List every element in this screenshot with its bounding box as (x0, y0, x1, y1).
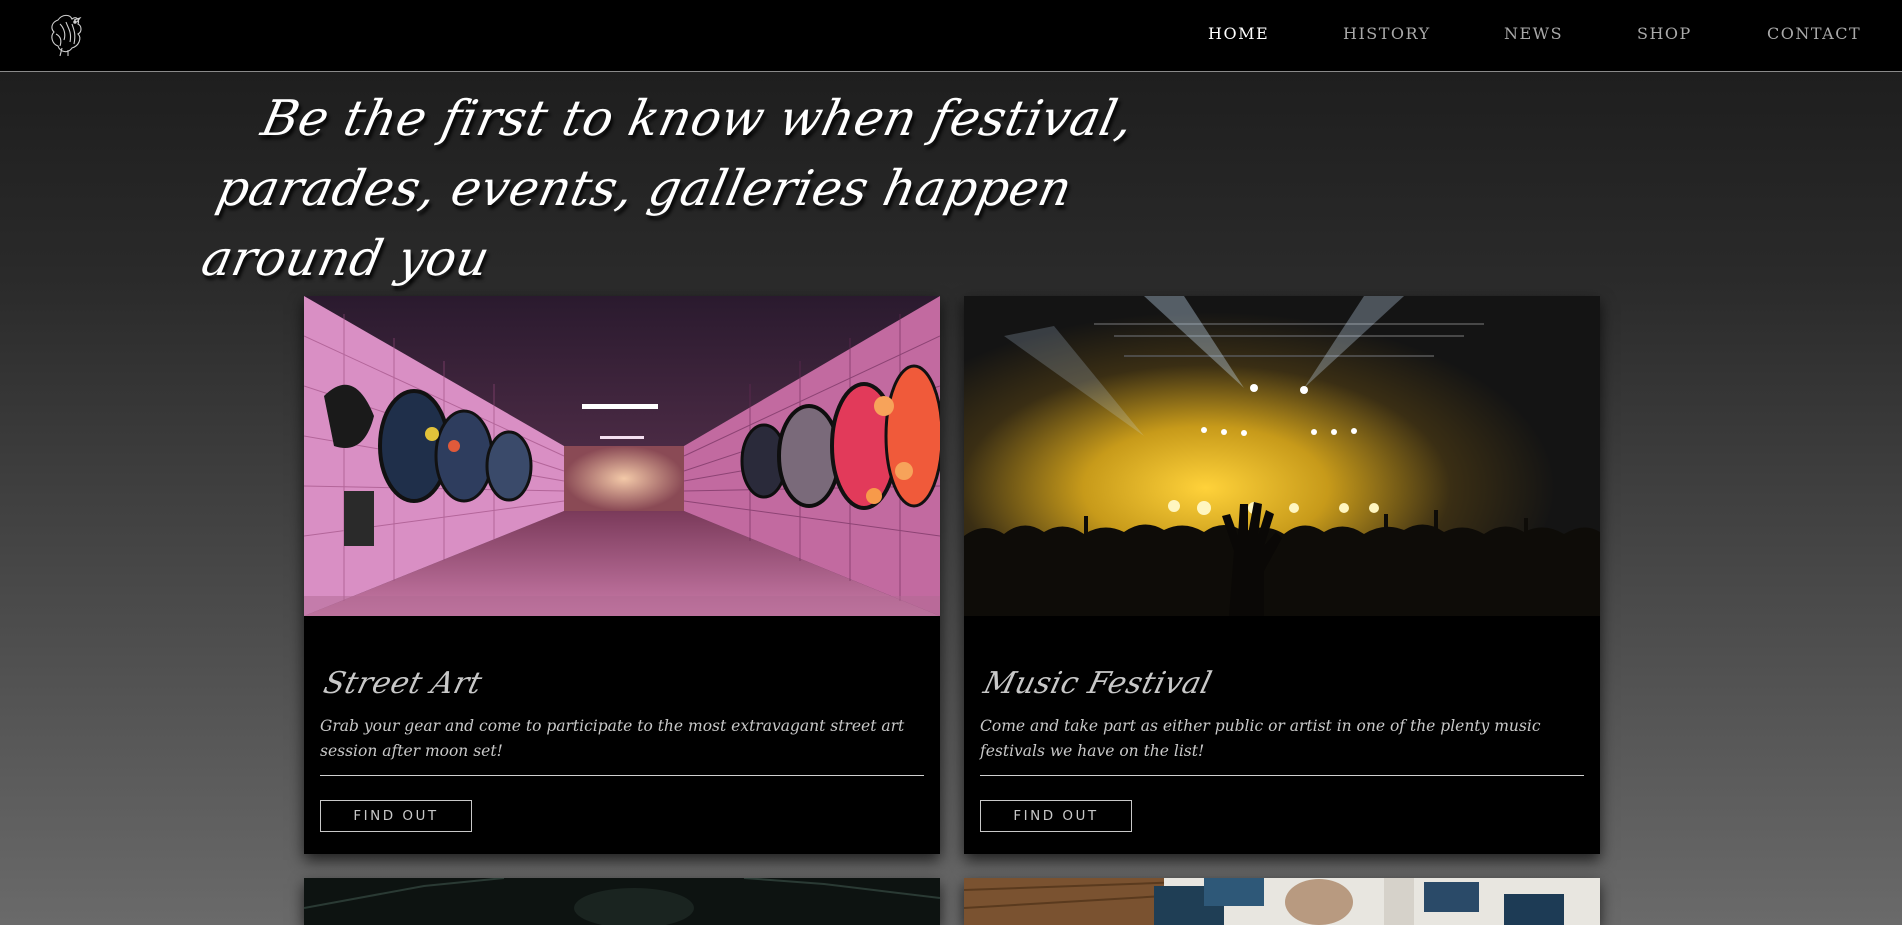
hero-line-2: parades, events, galleries happen around… (196, 160, 1078, 287)
card-description: Come and take part as either public or a… (980, 717, 1541, 760)
event-card-street-art: Street Art Grab your gear and come to pa… (304, 296, 940, 854)
rooster-logo-icon[interactable] (44, 10, 92, 58)
dark-venue-image (304, 878, 940, 925)
card-title: Music Festival (980, 666, 1216, 701)
graffiti-tunnel-image (304, 296, 940, 616)
concert-crowd-image (964, 296, 1600, 616)
nav-shop[interactable]: SHOP (1637, 24, 1692, 43)
nav-news[interactable]: NEWS (1504, 24, 1563, 43)
card-title: Street Art (320, 666, 486, 701)
card-description: Grab your gear and come to participate t… (320, 717, 905, 760)
nav-history[interactable]: HISTORY (1343, 24, 1431, 43)
hero-line-1: Be the first to know when festival, (256, 90, 1139, 147)
card-divider (980, 775, 1584, 776)
event-card-partial-left (304, 878, 940, 925)
top-navigation-bar: HOME HISTORY NEWS SHOP CONTACT (0, 0, 1902, 72)
nav-contact[interactable]: CONTACT (1767, 24, 1861, 43)
event-card-partial-right (964, 878, 1600, 925)
event-card-music-festival: Music Festival Come and take part as eit… (964, 296, 1600, 854)
hero-headline: Be the first to know when festival, para… (197, 84, 1170, 294)
nav-home[interactable]: HOME (1208, 24, 1269, 43)
clothing-shop-image (964, 878, 1600, 925)
card-divider (320, 775, 924, 776)
find-out-button[interactable]: FIND OUT (980, 800, 1132, 832)
find-out-button[interactable]: FIND OUT (320, 800, 472, 832)
